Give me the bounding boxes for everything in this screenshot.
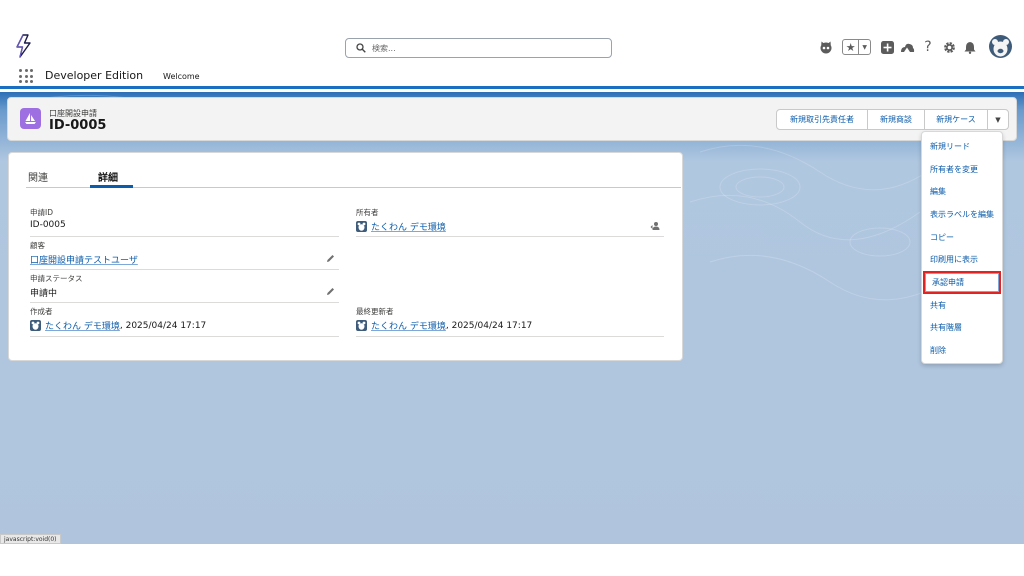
new-case-button[interactable]: 新規ケース xyxy=(924,109,988,130)
menu-item-submit-for-approval[interactable]: 承認申請 xyxy=(923,271,1001,294)
record-tabs: 関連 詳細 xyxy=(26,165,681,188)
nav-tab-welcome[interactable]: Welcome xyxy=(163,72,200,81)
favorites-list-caret-icon[interactable]: ▼ xyxy=(859,40,870,54)
field-application-status: 申請ステータス 申請中 xyxy=(30,273,339,303)
menu-item-sharing-hierarchy[interactable]: 共有階層 xyxy=(922,317,1002,340)
created-date: , 2025/04/24 17:17 xyxy=(119,320,207,331)
tab-details[interactable]: 詳細 xyxy=(98,169,118,184)
favorite-star-icon[interactable]: ★ xyxy=(843,40,860,54)
new-opportunity-button[interactable]: 新規商談 xyxy=(867,109,925,130)
modified-date: , 2025/04/24 17:17 xyxy=(445,320,533,331)
change-owner-icon[interactable] xyxy=(650,221,660,231)
menu-item-printable-view[interactable]: 印刷用に表示 xyxy=(922,248,1002,271)
user-icon xyxy=(356,320,367,331)
browser-status-bar: javascript:void(0) xyxy=(0,534,61,544)
modified-by-user-link[interactable]: たくわん デモ環境 xyxy=(371,319,446,332)
customer-link[interactable]: 口座開設申請テストユーザ xyxy=(30,253,138,266)
user-avatar[interactable] xyxy=(989,35,1012,58)
more-actions-chevron-down-icon[interactable]: ▼ xyxy=(987,109,1009,130)
tab-related[interactable]: 関連 xyxy=(28,169,48,184)
agent-icon[interactable] xyxy=(818,37,834,57)
menu-item-change-owner[interactable]: 所有者を変更 xyxy=(922,158,1002,181)
favorites-group: ★ ▼ xyxy=(842,39,871,55)
menu-item-edit-labels[interactable]: 表示ラベルを編集 xyxy=(922,203,1002,226)
active-tab-indicator xyxy=(90,185,133,188)
user-icon xyxy=(30,320,41,331)
record-header: 口座開設申請 ID-0005 新規取引先責任者 新規商談 新規ケース ▼ xyxy=(7,97,1017,141)
app-name: Developer Edition xyxy=(45,69,144,82)
global-header: ★ ▼ ? xyxy=(0,0,1024,64)
app-launcher-waffle-icon[interactable] xyxy=(19,69,33,83)
field-customer: 顧客 口座開設申請テストユーザ xyxy=(30,240,339,270)
menu-item-new-lead[interactable]: 新規リード xyxy=(922,135,1002,158)
search-input[interactable] xyxy=(372,43,592,53)
more-actions-menu: 新規リード 所有者を変更 編集 表示ラベルを編集 コピー 印刷用に表示 承認申請… xyxy=(921,131,1003,364)
menu-item-delete[interactable]: 削除 xyxy=(922,339,1002,362)
field-created-by: 作成者 たくわん デモ環境 , 2025/04/24 17:17 xyxy=(30,306,339,337)
detail-card: 関連 詳細 申請ID ID-0005 顧客 口座開設申請テストユーザ 申請ステー… xyxy=(8,152,683,361)
user-icon xyxy=(356,221,367,232)
app-nav-bar: Developer Edition Welcome xyxy=(0,64,1024,89)
setup-gear-icon[interactable] xyxy=(941,37,957,57)
menu-item-clone[interactable]: コピー xyxy=(922,226,1002,249)
edit-pencil-icon[interactable] xyxy=(326,254,335,263)
field-application-id: 申請ID ID-0005 xyxy=(30,207,339,237)
lightning-logo-icon[interactable] xyxy=(14,34,34,58)
global-search[interactable] xyxy=(345,38,612,58)
help-icon[interactable]: ? xyxy=(920,37,936,57)
record-action-buttons: 新規取引先責任者 新規商談 新規ケース ▼ xyxy=(776,109,1009,130)
edit-pencil-icon[interactable] xyxy=(326,287,335,296)
menu-item-sharing[interactable]: 共有 xyxy=(922,294,1002,317)
record-title: ID-0005 xyxy=(49,118,107,133)
global-actions-icon[interactable] xyxy=(879,37,895,57)
object-sailboat-icon xyxy=(20,108,41,129)
field-last-modified-by: 最終更新者 たくわん デモ環境 , 2025/04/24 17:17 xyxy=(356,306,664,337)
trailhead-icon[interactable] xyxy=(899,37,915,57)
field-owner: 所有者 たくわん デモ環境 xyxy=(356,207,664,237)
new-contact-button[interactable]: 新規取引先責任者 xyxy=(776,109,868,130)
search-icon xyxy=(356,43,366,53)
created-by-user-link[interactable]: たくわん デモ環境 xyxy=(45,319,120,332)
owner-user-link[interactable]: たくわん デモ環境 xyxy=(371,220,446,233)
menu-item-edit[interactable]: 編集 xyxy=(922,180,1002,203)
notifications-bell-icon[interactable] xyxy=(962,37,978,57)
